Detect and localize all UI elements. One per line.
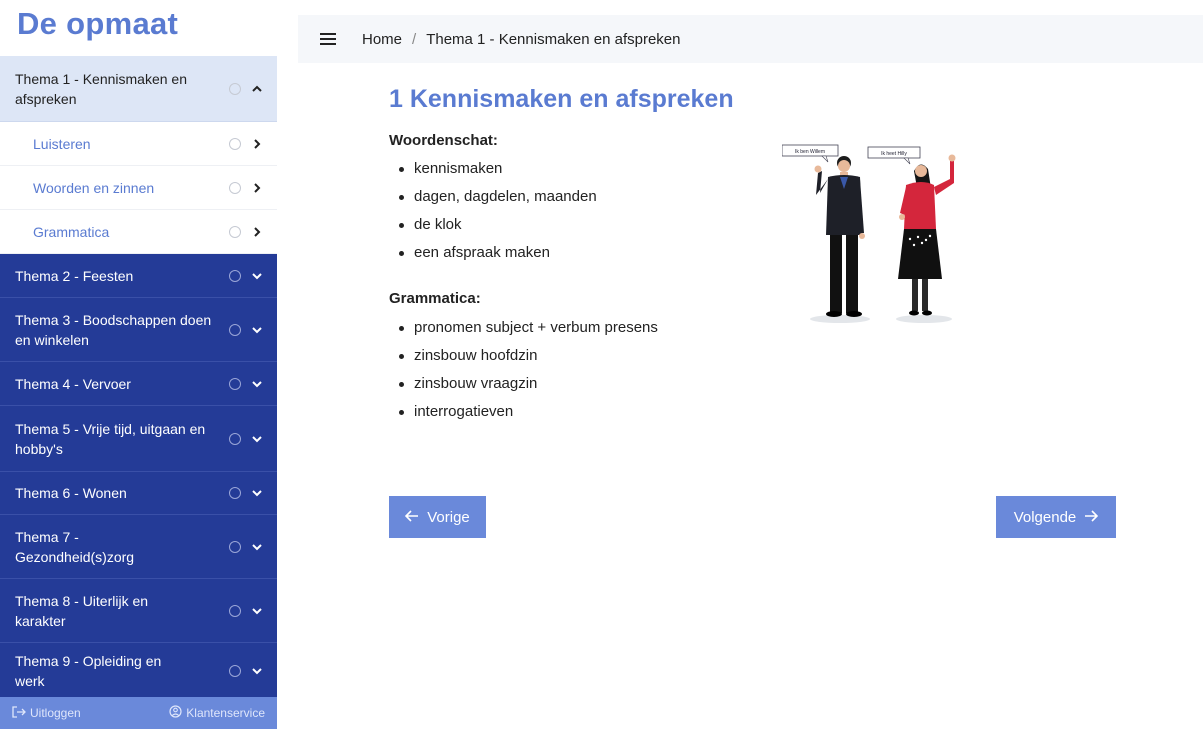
sidebar-subitem-luisteren[interactable]: Luisteren [0,122,277,166]
grammar-list: pronomen subject + verbum presens zinsbo… [389,314,658,426]
speech-bubble-hilly: Ik heet Hilly [881,151,907,157]
circle-status-icon [229,487,241,499]
grammar-heading: Grammatica: [389,290,481,307]
sidebar-subitem-grammatica[interactable]: Grammatica [0,210,277,254]
breadcrumb-separator: / [412,30,417,48]
breadcrumb-home[interactable]: Home [362,31,402,48]
chevron-right-icon [251,182,263,194]
sidebar-theme-5[interactable]: Thema 5 - Vrije tijd, uitgaan en hobby's [0,406,277,472]
illustration-introduction: Ik ben Willem Ik heet Hilly [782,144,956,323]
sidebar-theme-6[interactable]: Thema 6 - Wonen [0,472,277,515]
sidebar-theme-label: Thema 1 - Kennismaken en afspreken [15,70,187,107]
sidebar-theme-label: Thema 6 - Wonen [15,485,127,501]
list-item: kennismaken [389,155,597,183]
circle-status-icon [229,181,241,194]
sidebar-theme-7[interactable]: Thema 7 - Gezondheid(s)zorg [0,515,277,579]
circle-status-icon [229,432,241,445]
sidebar-theme-2[interactable]: Thema 2 - Feesten [0,254,277,298]
sidebar-subitem-woorden[interactable]: Woorden en zinnen [0,166,277,210]
list-item: dagen, dagdelen, maanden [389,183,597,211]
sidebar: De opmaat Thema 1 - Kennismaken en afspr… [0,0,277,729]
chevron-right-icon [251,226,263,238]
previous-button[interactable]: Vorige [389,496,486,538]
chevron-down-icon [251,270,263,282]
chevron-down-icon [251,665,263,677]
customer-service-label: Klantenservice [186,706,265,720]
chevron-down-icon [251,378,263,390]
logout-label: Uitloggen [30,706,81,720]
chevron-down-icon [251,433,263,445]
breadcrumb-current: Thema 1 - Kennismaken en afspreken [426,30,681,48]
circle-status-icon [229,540,241,553]
circle-status-icon [229,269,241,282]
next-button[interactable]: Volgende [996,496,1116,538]
circle-status-icon [229,82,241,95]
main-content: 1 Kennismaken en afspreken Woordenschat:… [298,63,1203,729]
sidebar-theme-label: Thema 5 - Vrije tijd, uitgaan en hobby's [15,420,206,457]
list-item: pronomen subject + verbum presens [389,314,658,342]
sidebar-theme-1[interactable]: Thema 1 - Kennismaken en afspreken [0,56,277,122]
circle-status-icon [229,604,241,617]
circle-status-icon [229,137,241,150]
page-title: 1 Kennismaken en afspreken [389,85,734,113]
customer-service-link[interactable]: Klantenservice [169,705,265,721]
menu-icon[interactable] [320,32,336,46]
sidebar-theme-3[interactable]: Thema 3 - Boodschappen doen en winkelen [0,298,277,362]
sidebar-theme-label: Thema 4 - Vervoer [15,375,131,392]
list-item: de klok [389,211,597,239]
support-icon [169,705,182,721]
breadcrumb: Home / Thema 1 - Kennismaken en afspreke… [362,31,681,48]
chevron-right-icon [251,138,263,150]
speech-bubble-willem: Ik ben Willem [795,149,825,155]
circle-status-icon [229,323,241,336]
chevron-down-icon [251,605,263,617]
next-label: Volgende [1013,508,1077,526]
list-item: zinsbouw hoofdzin [389,342,658,370]
circle-status-icon [229,225,241,238]
arrow-right-icon [1084,509,1099,526]
arrow-left-icon [405,509,419,526]
chevron-down-icon [251,324,263,336]
sidebar-theme-8[interactable]: Thema 8 - Uiterlijk en karakter [0,579,277,643]
brand-logo[interactable]: De opmaat [0,0,277,56]
list-item: zinsbouw vraagzin [389,370,658,398]
previous-label: Vorige [427,508,470,526]
sidebar-theme-9[interactable]: Thema 9 - Opleiding en werk [0,643,277,699]
logout-icon [12,705,26,721]
sidebar-theme-label: Thema 8 - Uiterlijk en karakter [15,592,149,629]
chevron-down-icon [251,541,263,553]
chevron-up-icon [251,83,263,95]
sidebar-theme-label: Thema 2 - Feesten [15,267,134,284]
sidebar-theme-label: Thema 9 - Opleiding en werk [15,652,162,689]
list-item: interrogatieven [389,398,658,426]
chevron-down-icon [251,487,263,499]
vocab-heading: Woordenschat: [389,132,498,149]
circle-status-icon [229,664,241,677]
vocab-list: kennismaken dagen, dagdelen, maanden de … [389,155,597,267]
sidebar-footer: Uitloggen Klantenservice [0,697,277,729]
sidebar-theme-label: Thema 7 - Gezondheid(s)zorg [15,528,135,565]
sidebar-theme-label: Thema 3 - Boodschappen doen en winkelen [15,311,212,348]
sidebar-theme-4[interactable]: Thema 4 - Vervoer [0,362,277,406]
logout-link[interactable]: Uitloggen [12,705,81,721]
circle-status-icon [229,377,241,390]
list-item: een afspraak maken [389,239,597,267]
top-bar: Home / Thema 1 - Kennismaken en afspreke… [298,15,1203,63]
